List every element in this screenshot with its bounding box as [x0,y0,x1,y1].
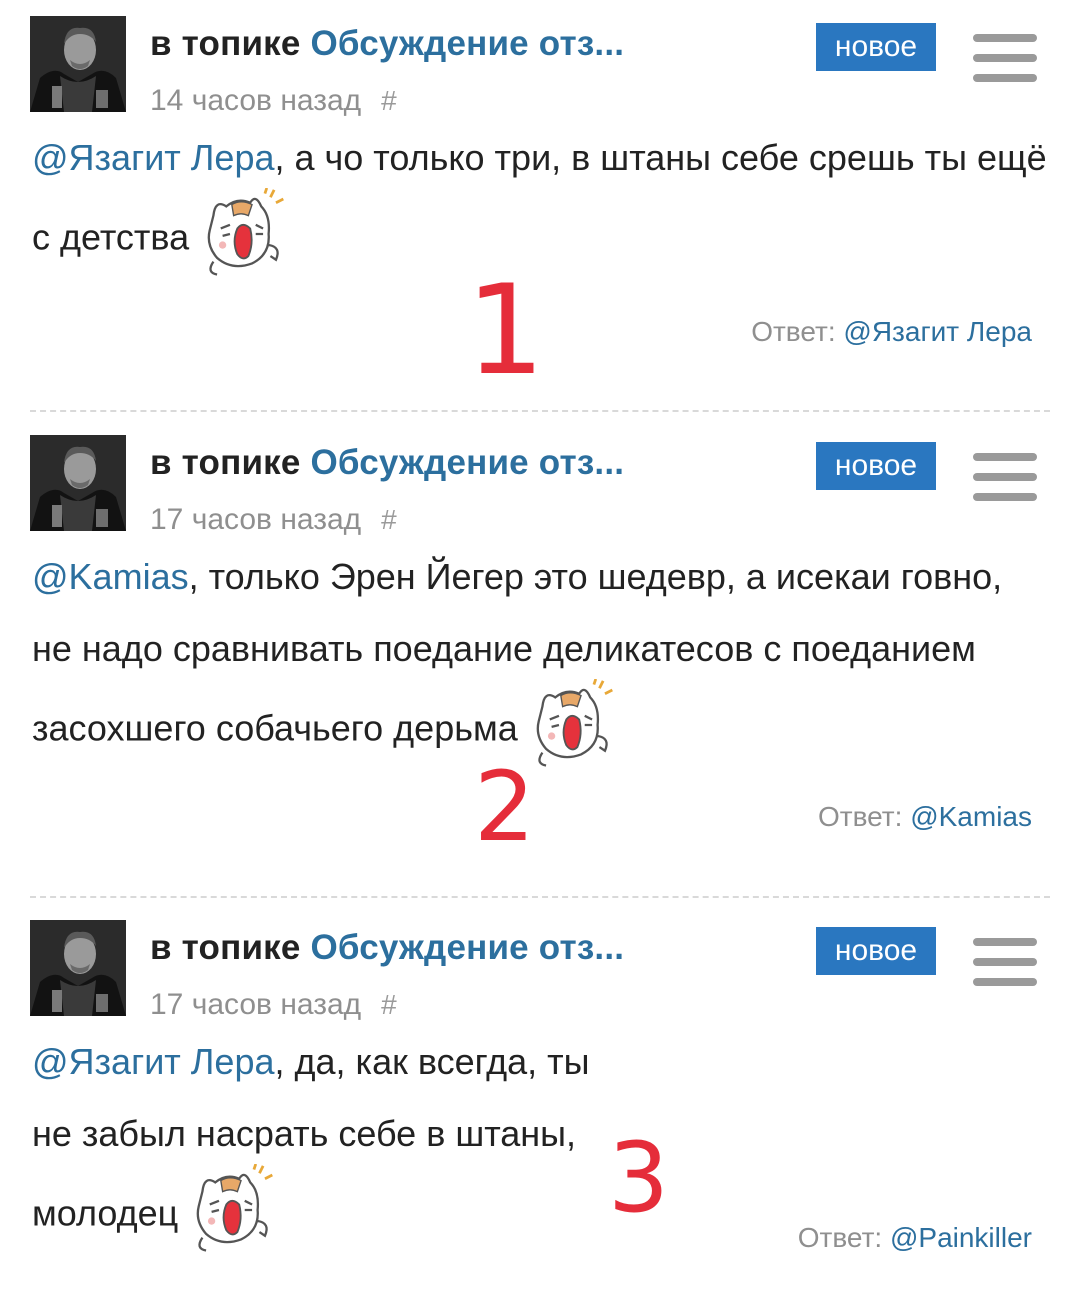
screaming-cat-sticker-icon [196,1164,274,1252]
menu-icon[interactable] [973,938,1037,986]
permalink-hash[interactable]: # [381,504,397,535]
avatar[interactable] [30,435,126,531]
portrait-photo-icon [30,435,126,531]
reply-line: Ответ: @Painkiller [798,1222,1032,1254]
reply-to-link[interactable]: @Язагит Лера [843,316,1032,347]
screaming-cat-sticker-icon [536,679,613,767]
reply-to-link[interactable]: @Painkiller [890,1222,1032,1253]
avatar[interactable] [30,920,126,1016]
new-badge[interactable]: новое [816,442,936,490]
menu-icon[interactable] [973,453,1037,501]
permalink-hash[interactable]: # [381,989,397,1020]
topic-line: в топике Обсуждение отз... [150,928,624,968]
menu-icon[interactable] [973,34,1037,82]
screaming-cat-sticker-icon [207,188,285,276]
reply-to-link[interactable]: @Kamias [910,801,1032,832]
annotation-number: 2 [474,751,536,863]
mention-link[interactable]: @Язагит Лера [32,137,275,178]
timestamp-line: 17 часов назад # [150,503,397,537]
mention-link[interactable]: @Kamias [32,556,189,597]
annotation-number: 1 [466,259,545,403]
divider [30,410,1050,412]
topic-link[interactable]: Обсуждение отз... [310,443,624,482]
topic-prefix: в топике [150,24,301,63]
topic-prefix: в топике [150,928,301,967]
new-badge[interactable]: новое [816,23,936,71]
comment-body: @Kamias, только Эрен Йегер это шедевр, а… [32,541,1052,777]
portrait-photo-icon [30,16,126,112]
permalink-hash[interactable]: # [381,85,397,116]
topic-line: в топике Обсуждение отз... [150,443,624,483]
divider [30,896,1050,898]
reply-label: Ответ: [818,801,903,832]
timestamp-line: 14 часов назад # [150,84,397,118]
portrait-photo-icon [30,920,126,1016]
topic-line: в топике Обсуждение отз... [150,24,624,64]
reply-line: Ответ: @Kamias [818,801,1032,833]
timestamp: 17 часов назад [150,503,362,536]
topic-link[interactable]: Обсуждение отз... [310,928,624,967]
timestamp-line: 17 часов назад # [150,988,397,1022]
timestamp: 14 часов назад [150,84,362,117]
topic-link[interactable]: Обсуждение отз... [310,24,624,63]
comment-body: @Язагит Лера, да, как всегда, ты не забы… [32,1026,592,1262]
mention-link[interactable]: @Язагит Лера [32,1041,275,1082]
reply-label: Ответ: [751,316,836,347]
topic-prefix: в топике [150,443,301,482]
reply-label: Ответ: [797,1222,883,1253]
annotation-number: 3 [608,1122,670,1234]
avatar[interactable] [30,16,126,112]
reply-line: Ответ: @Язагит Лера [751,316,1032,348]
timestamp: 17 часов назад [150,988,362,1021]
new-badge[interactable]: новое [816,927,936,975]
